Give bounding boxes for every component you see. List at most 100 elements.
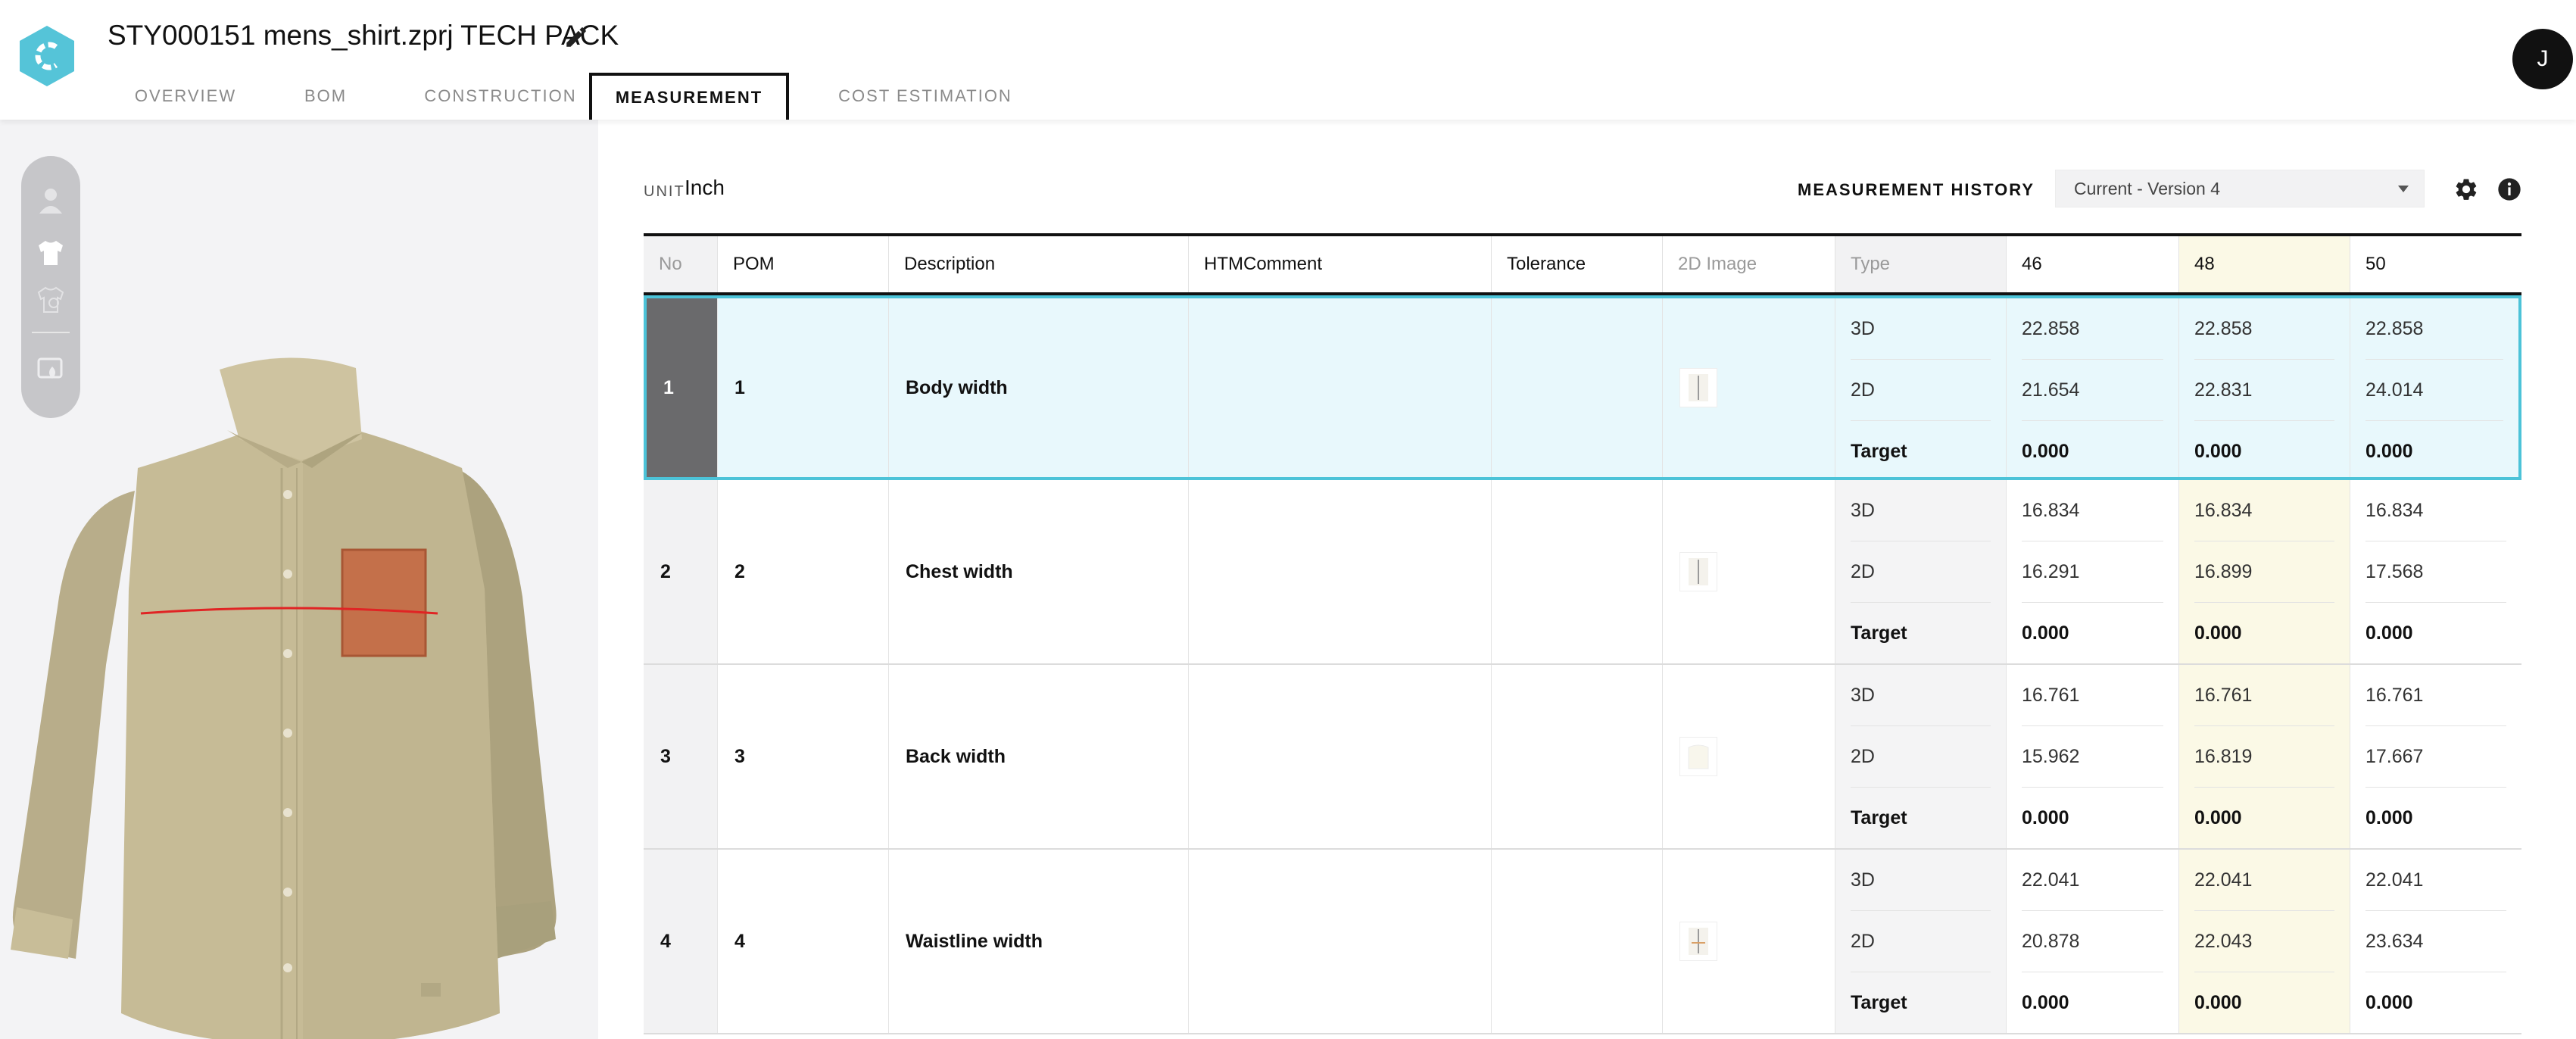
value-target[interactable]: 0.000 xyxy=(2022,788,2163,849)
value-target[interactable]: 0.000 xyxy=(2365,421,2503,482)
value-3d: 16.761 xyxy=(2022,665,2163,726)
value-target[interactable]: 0.000 xyxy=(2194,603,2334,664)
row-description[interactable]: Body width xyxy=(889,298,1189,477)
info-icon[interactable] xyxy=(2497,177,2521,201)
value-target[interactable]: 0.000 xyxy=(2365,788,2506,849)
value-2d: 16.291 xyxy=(2022,541,2163,603)
caret-down-icon xyxy=(2398,186,2409,192)
tab-construction[interactable]: CONSTRUCTION xyxy=(406,73,595,120)
value-3d: 16.834 xyxy=(2194,480,2334,541)
table-row[interactable]: 3 3 Back width 3D 2D Target 16.761 15.96… xyxy=(644,665,2521,850)
avatar-icon[interactable] xyxy=(34,183,67,217)
value-target[interactable]: 0.000 xyxy=(2022,421,2163,482)
value-2d: 16.819 xyxy=(2194,726,2334,788)
value-2d: 22.831 xyxy=(2194,360,2334,421)
user-avatar[interactable]: J xyxy=(2512,29,2573,89)
row-comment[interactable] xyxy=(1189,850,1492,1033)
size-50-col: 16.761 17.667 0.000 xyxy=(2350,665,2521,848)
row-type-col: 3D 2D Target xyxy=(1835,298,2007,477)
value-target[interactable]: 0.000 xyxy=(2194,421,2334,482)
type-target: Target xyxy=(1851,622,1907,644)
type-3d: 3D xyxy=(1851,480,1991,541)
tab-measurement[interactable]: MEASUREMENT xyxy=(589,73,789,120)
col-2d-image: 2D Image xyxy=(1663,236,1835,292)
row-tolerance[interactable] xyxy=(1492,480,1663,663)
row-pom[interactable]: 3 xyxy=(718,665,889,848)
row-comment[interactable] xyxy=(1189,665,1492,848)
value-3d: 22.858 xyxy=(2365,298,2503,360)
size-50-col: 22.041 23.634 0.000 xyxy=(2350,850,2521,1033)
col-htmcomment[interactable]: HTMComment xyxy=(1189,236,1492,292)
row-2d-image xyxy=(1663,665,1835,848)
measurement-history-select[interactable]: Current - Version 4 xyxy=(2055,170,2425,207)
value-2d: 20.878 xyxy=(2022,911,2163,972)
pattern-thumbnail[interactable] xyxy=(1679,368,1717,407)
pencil-icon[interactable] xyxy=(563,24,589,50)
col-size-46[interactable]: 46 xyxy=(2007,236,2179,292)
table-row[interactable]: 1 1 Body width 3D 2D Target 22.858 21.65… xyxy=(644,295,2521,480)
type-2d: 2D xyxy=(1851,911,1991,972)
type-2d: 2D xyxy=(1851,360,1991,421)
row-tolerance[interactable] xyxy=(1492,298,1663,477)
row-description[interactable]: Back width xyxy=(889,665,1189,848)
row-no: 1 xyxy=(647,298,718,477)
row-pom[interactable]: 2 xyxy=(718,480,889,663)
col-no: No xyxy=(644,236,718,292)
table-row[interactable]: 4 4 Waistline width 3D 2D Target 22.041 … xyxy=(644,850,2521,1034)
unit-value[interactable]: Inch xyxy=(685,176,725,200)
row-no: 4 xyxy=(644,850,718,1033)
app-header: STY000151 mens_shirt.zprj TECH PACK OVER… xyxy=(0,0,2576,120)
3d-shirt-model[interactable] xyxy=(0,241,598,1039)
clo-logo-icon[interactable] xyxy=(17,24,77,88)
value-3d: 22.041 xyxy=(2194,850,2334,911)
row-comment[interactable] xyxy=(1189,298,1492,477)
col-tolerance[interactable]: Tolerance xyxy=(1492,236,1663,292)
row-no: 2 xyxy=(644,480,718,663)
tab-bom[interactable]: BOM xyxy=(288,73,363,120)
value-target[interactable]: 0.000 xyxy=(2365,603,2506,664)
value-target[interactable]: 0.000 xyxy=(2194,972,2334,1034)
tab-cost-estimation[interactable]: COST ESTIMATION xyxy=(819,73,1031,120)
row-tolerance[interactable] xyxy=(1492,665,1663,848)
value-3d: 22.858 xyxy=(2022,298,2163,360)
col-size-50[interactable]: 50 xyxy=(2350,236,2521,292)
col-type: Type xyxy=(1835,236,2007,292)
row-type-col: 3D 2D Target xyxy=(1835,665,2007,848)
size-46-col: 16.834 16.291 0.000 xyxy=(2007,480,2179,663)
col-size-48[interactable]: 48 xyxy=(2179,236,2350,292)
row-2d-image xyxy=(1663,480,1835,663)
row-comment[interactable] xyxy=(1189,480,1492,663)
measurement-table: No POM Description HTMComment Tolerance … xyxy=(644,233,2521,1039)
row-pom[interactable]: 4 xyxy=(718,850,889,1033)
row-description[interactable]: Waistline width xyxy=(889,850,1189,1033)
table-row[interactable]: 2 2 Chest width 3D 2D Target 16.834 16.2… xyxy=(644,480,2521,665)
type-3d: 3D xyxy=(1851,665,1991,726)
gear-icon[interactable] xyxy=(2453,176,2479,202)
row-pom[interactable]: 1 xyxy=(718,298,889,477)
size-46-col: 16.761 15.962 0.000 xyxy=(2007,665,2179,848)
size-46-col: 22.858 21.654 0.000 xyxy=(2007,298,2179,477)
value-target[interactable]: 0.000 xyxy=(2022,603,2163,664)
value-target[interactable]: 0.000 xyxy=(2365,972,2506,1034)
value-2d: 16.899 xyxy=(2194,541,2334,603)
value-3d: 16.834 xyxy=(2022,480,2163,541)
value-2d: 17.667 xyxy=(2365,726,2506,788)
value-target[interactable]: 0.000 xyxy=(2022,972,2163,1034)
tab-overview[interactable]: OVERVIEW xyxy=(121,73,250,120)
row-type-col: 3D 2D Target xyxy=(1835,850,2007,1033)
pattern-thumbnail[interactable] xyxy=(1679,552,1717,591)
value-2d: 23.634 xyxy=(2365,911,2506,972)
row-tolerance[interactable] xyxy=(1492,850,1663,1033)
page-title: STY000151 mens_shirt.zprj TECH PACK xyxy=(108,20,619,51)
version-select-value: Current - Version 4 xyxy=(2074,178,2221,198)
pattern-thumbnail[interactable] xyxy=(1679,922,1717,961)
value-3d: 16.834 xyxy=(2365,480,2506,541)
col-description[interactable]: Description xyxy=(889,236,1189,292)
col-pom[interactable]: POM xyxy=(718,236,889,292)
pattern-thumbnail[interactable] xyxy=(1679,737,1717,776)
value-target[interactable]: 0.000 xyxy=(2194,788,2334,849)
value-3d: 16.761 xyxy=(2194,665,2334,726)
measurement-panel: UNIT Inch MEASUREMENT HISTORY Current - … xyxy=(598,120,2576,1039)
type-3d: 3D xyxy=(1851,298,1991,360)
row-description[interactable]: Chest width xyxy=(889,480,1189,663)
